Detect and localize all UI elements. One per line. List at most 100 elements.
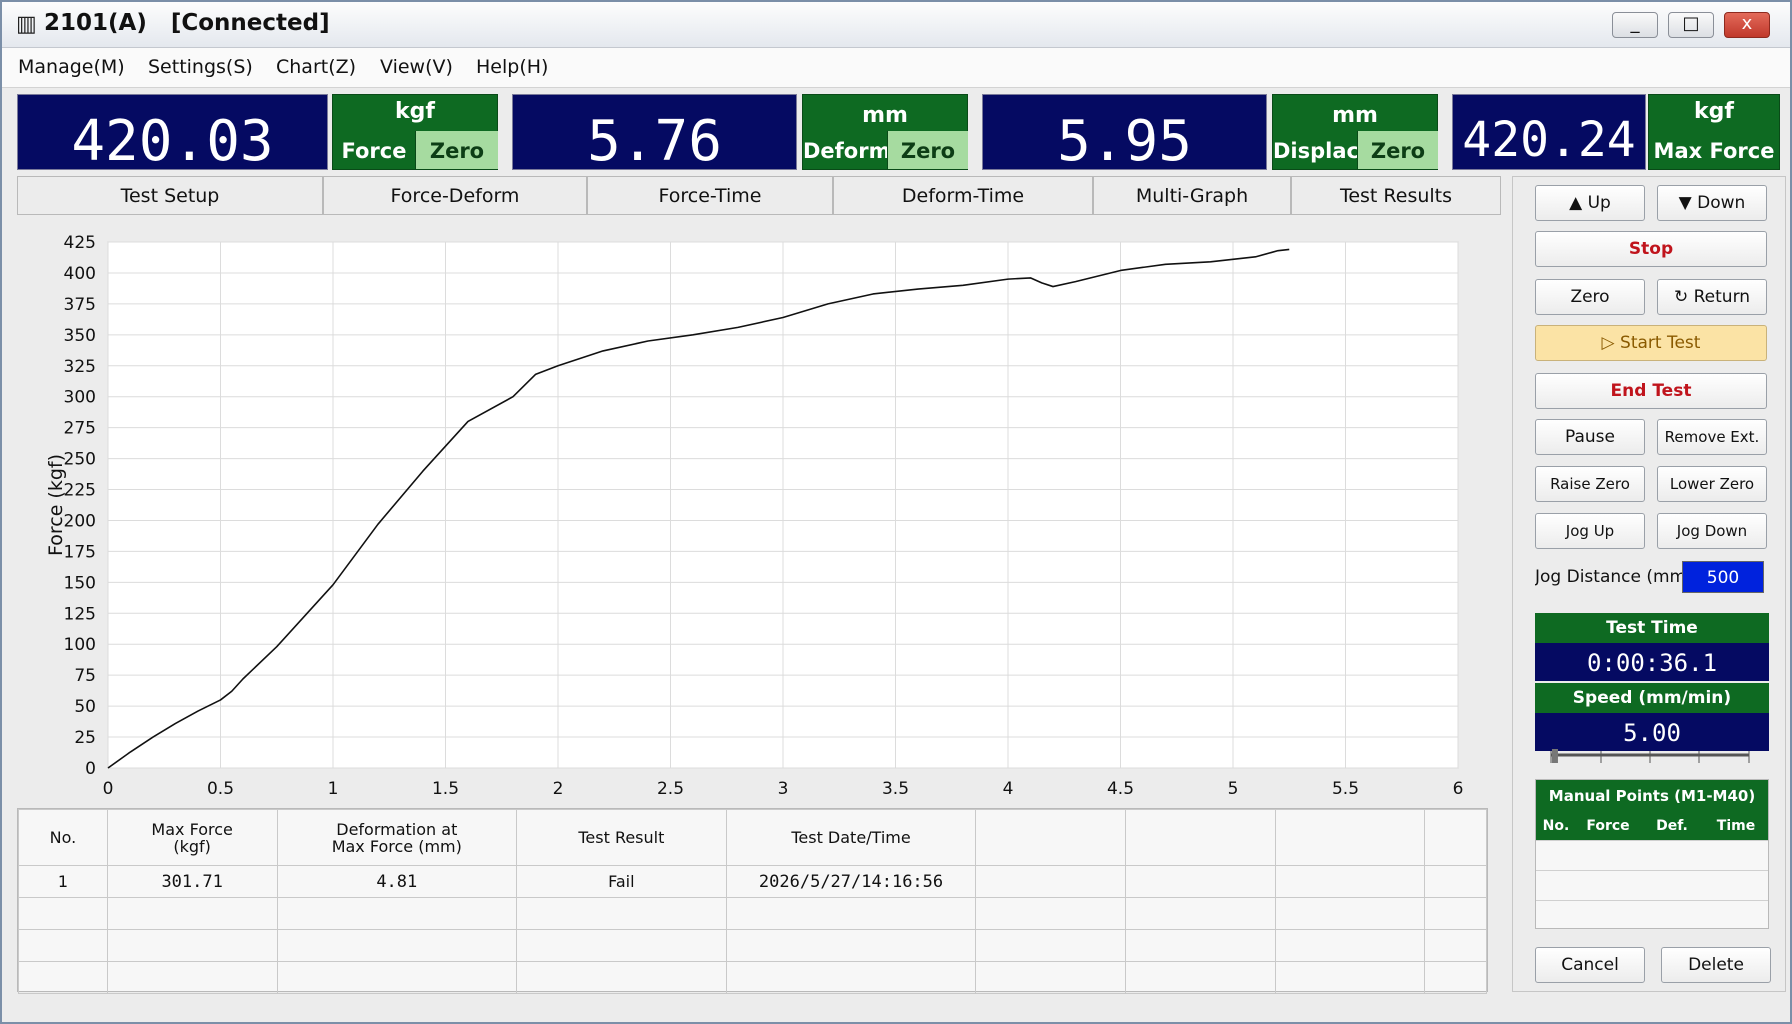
chart-canvas: 0 0.5 1 1.5 2 2.5 3 3.5 4 4.5 5 5.5 6 0 25 50 75 100 125 15…	[45, 233, 1464, 799]
force-deform-chart[interactable]: 0 0.5 1 1.5 2 2.5 3 3.5 4 4.5 5 5.5 6 0 25 50 75 100 125 15…	[17, 216, 1503, 806]
cell-empty	[1125, 897, 1276, 930]
mp-col-no: No.	[1542, 818, 1570, 834]
cell-empty	[516, 929, 727, 962]
raise-zero-button[interactable]: Raise Zero	[1535, 466, 1645, 502]
cell-test-result: Fail	[516, 865, 727, 898]
delete-button[interactable]: Delete	[1661, 947, 1771, 983]
cell-empty	[106, 929, 278, 962]
jog-distance-input[interactable]: 500	[1682, 561, 1764, 593]
y-tick-label: 125	[64, 604, 96, 624]
pause-button[interactable]: Pause	[1535, 419, 1645, 455]
y-tick-label: 175	[64, 542, 96, 562]
x-tick-label: 3	[778, 779, 789, 799]
deform-unit: mm	[862, 103, 908, 128]
force-zero-button[interactable]: Zero	[415, 131, 498, 169]
mp-col-time: Time	[1716, 818, 1756, 834]
x-tick-label: 6	[1453, 779, 1464, 799]
cell-empty	[1274, 929, 1426, 962]
y-tick-label: 300	[64, 388, 96, 408]
cell-max-force: 301.71	[106, 865, 278, 898]
y-tick-label: 50	[74, 697, 96, 717]
x-tick-label: 3.5	[882, 779, 909, 799]
minimize-button[interactable]: _	[1612, 12, 1658, 38]
list-item[interactable]	[1536, 840, 1768, 870]
close-button[interactable]: x	[1724, 12, 1770, 38]
y-tick-label: 325	[64, 357, 96, 377]
tab-test-setup[interactable]: Test Setup	[17, 176, 323, 215]
test-time-value: 0:00:36.1	[1535, 643, 1769, 681]
manual-points-table: Manual Points (M1-M40) No. Force Def. Ti…	[1535, 779, 1769, 929]
max-force-unit: kgf	[1694, 99, 1734, 124]
col-deformation: Deformation at Max Force (mm)	[276, 809, 518, 866]
cell-empty	[1424, 897, 1487, 930]
end-test-button[interactable]: End Test	[1535, 373, 1767, 409]
menu-manage[interactable]: Manage(M)	[18, 56, 125, 78]
speed-slider[interactable]	[1549, 749, 1753, 767]
tab-multi-graph[interactable]: Multi-Graph	[1093, 176, 1291, 215]
stop-button[interactable]: Stop	[1535, 231, 1767, 267]
y-tick-label: 375	[64, 295, 96, 315]
jog-up-button[interactable]: Jog Up	[1535, 513, 1645, 549]
y-tick-label: 250	[64, 450, 96, 470]
title-bar[interactable]: ▥ 2101(A) [Connected] _ □ x	[2, 2, 1790, 48]
x-tick-label: 0	[103, 779, 114, 799]
x-tick-label: 4.5	[1107, 779, 1134, 799]
cell-empty	[106, 961, 278, 994]
jog-down-button[interactable]: Jog Down	[1657, 513, 1767, 549]
y-tick-label: 100	[64, 635, 96, 655]
up-button[interactable]: ▲ Up	[1535, 185, 1645, 221]
jog-distance-label: Jog Distance (mm	[1535, 567, 1683, 587]
slider-thumb	[1551, 749, 1558, 763]
grid-icon: ▥	[16, 12, 37, 37]
tab-test-results[interactable]: Test Results	[1291, 176, 1501, 215]
cell-empty	[18, 897, 108, 930]
force-unit: kgf	[395, 99, 435, 124]
menu-view[interactable]: View(V)	[380, 56, 453, 78]
tab-force-deform[interactable]: Force-Deform	[323, 176, 587, 215]
x-tick-label: 0.5	[207, 779, 234, 799]
test-time-label: Test Time	[1535, 613, 1769, 643]
table-row[interactable]	[18, 961, 1487, 994]
list-item[interactable]	[1536, 870, 1768, 900]
return-button[interactable]: ↻ Return	[1657, 279, 1767, 315]
start-test-button[interactable]: ▷ Start Test	[1535, 325, 1767, 361]
table-row[interactable]	[18, 929, 1487, 962]
displace-zero-button[interactable]: Zero	[1357, 131, 1438, 169]
tab-deform-time[interactable]: Deform-Time	[833, 176, 1093, 215]
cell-empty	[1125, 865, 1276, 898]
cell-empty	[276, 961, 518, 994]
max-force-unit-panel: kgf Max Force	[1648, 94, 1780, 170]
displace-unit: mm	[1332, 103, 1378, 128]
table-row[interactable]: 1 301.71 4.81 Fail 2026/5/27/14:16:56	[18, 865, 1487, 898]
cell-empty	[1274, 865, 1426, 898]
cell-empty	[725, 961, 977, 994]
col-test-datetime: Test Date/Time	[725, 809, 977, 866]
x-tick-label: 4	[1003, 779, 1014, 799]
col-empty	[1424, 809, 1487, 866]
x-tick-label: 1	[328, 779, 339, 799]
force-unit-panel: kgf Force Zero	[332, 94, 498, 170]
menu-chart[interactable]: Chart(Z)	[276, 56, 356, 78]
cell-empty	[276, 897, 518, 930]
table-row[interactable]	[18, 897, 1487, 930]
tab-force-time[interactable]: Force-Time	[587, 176, 833, 215]
remove-ext-button[interactable]: Remove Ext.	[1657, 419, 1767, 455]
lower-zero-button[interactable]: Lower Zero	[1657, 466, 1767, 502]
down-button[interactable]: ▼ Down	[1657, 185, 1767, 221]
cancel-button[interactable]: Cancel	[1535, 947, 1645, 983]
zero-button[interactable]: Zero	[1535, 279, 1645, 315]
menu-settings[interactable]: Settings(S)	[148, 56, 253, 78]
col-empty	[1274, 809, 1426, 866]
cell-empty	[276, 929, 518, 962]
menu-help[interactable]: Help(H)	[476, 56, 548, 78]
maximize-button[interactable]: □	[1668, 12, 1714, 38]
deform-zero-button[interactable]: Zero	[887, 131, 968, 169]
cell-deformation: 4.81	[276, 865, 518, 898]
displace-label: Displace	[1273, 139, 1357, 163]
cell-empty	[516, 897, 727, 930]
mp-col-def: Def.	[1656, 818, 1688, 834]
cell-empty	[1274, 961, 1426, 994]
cell-empty	[1274, 897, 1426, 930]
list-item[interactable]	[1536, 900, 1768, 930]
displace-readout: 5.95	[982, 94, 1267, 174]
